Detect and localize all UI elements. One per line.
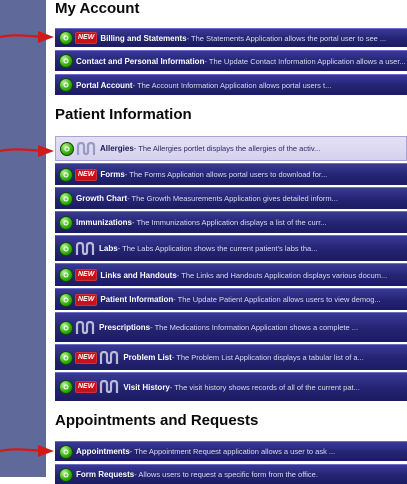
new-badge: NEW (75, 32, 98, 44)
row-description: - The Allergies portlet displays the all… (133, 144, 321, 153)
red-arrow-icon (0, 145, 54, 157)
go-icon (59, 320, 73, 335)
row-title[interactable]: Form Requests (76, 470, 134, 479)
row-title[interactable]: Billing and Statements (100, 34, 186, 43)
row-description: - The Links and Handouts Application dis… (176, 270, 388, 280)
row-description: - The Account Information Application al… (132, 80, 332, 90)
row-description: - The Problem List Application displays … (171, 353, 364, 362)
row-description: - Allows users to request a specific for… (134, 470, 318, 479)
new-badge: NEW (75, 168, 98, 181)
go-icon (59, 380, 73, 394)
row-title[interactable]: Immunizations (76, 218, 132, 227)
nw-logo-icon (76, 141, 96, 155)
go-icon (59, 292, 73, 307)
row-description: - The Immunizations Application displays… (132, 218, 327, 227)
go-icon (59, 54, 73, 68)
row-description: - The Labs Application shows the current… (117, 244, 318, 253)
go-icon (59, 350, 73, 365)
portlet-row-portal-account[interactable]: Portal Account - The Account Information… (55, 74, 407, 95)
row-title[interactable]: Patient Information (100, 295, 173, 304)
row-description: - The visit history shows records of all… (169, 382, 360, 392)
row-title[interactable]: Prescriptions (99, 323, 150, 332)
section-title-appointments-requests: Appointments and Requests (55, 412, 259, 429)
row-title[interactable]: Forms (100, 170, 124, 179)
nw-logo-icon (100, 380, 119, 394)
new-badge: NEW (75, 293, 98, 306)
row-description: - The Update Patient Application allows … (173, 295, 381, 304)
portlet-row-labs[interactable]: Labs - The Labs Application shows the cu… (55, 235, 407, 261)
portlet-row-problem-list[interactable]: NEW Problem List - The Problem List Appl… (55, 344, 407, 370)
go-icon (59, 215, 73, 230)
red-arrow-icon (0, 445, 54, 457)
nw-logo-icon (75, 320, 95, 334)
row-title[interactable]: Problem List (123, 353, 171, 362)
portlet-row-visit-history[interactable]: NEW Visit History - The visit history sh… (55, 372, 407, 401)
section-title-patient-information: Patient Information (55, 106, 192, 123)
row-title[interactable]: Portal Account (76, 81, 133, 90)
go-icon (60, 141, 74, 156)
go-icon (59, 78, 73, 92)
portlet-row-patient-information[interactable]: NEW Patient Information - The Update Pat… (55, 288, 407, 310)
portlet-row-form-requests[interactable]: Form Requests - Allows users to request … (55, 464, 407, 484)
portlet-row-immunizations[interactable]: Immunizations - The Immunizations Applic… (55, 211, 407, 233)
row-description: - The Medications Information Applicatio… (150, 323, 359, 332)
row-description: - The Update Contact Information Applica… (204, 56, 406, 66)
go-icon (59, 444, 73, 459)
new-badge: NEW (75, 269, 98, 281)
section-title-my-account: My Account (55, 0, 140, 17)
row-title[interactable]: Appointments (76, 447, 130, 456)
row-title[interactable]: Allergies (100, 144, 134, 153)
nw-logo-icon (100, 350, 119, 364)
row-description: - The Statements Application allows the … (186, 33, 387, 43)
row-title[interactable]: Visit History (123, 383, 170, 392)
go-icon (59, 241, 73, 256)
portal-panel: My Account NEW Billing and Statements - … (48, 0, 407, 484)
go-icon (59, 31, 73, 45)
red-arrow-icon (0, 31, 54, 43)
portlet-row-forms[interactable]: NEW Forms - The Forms Application allows… (55, 163, 407, 185)
portlet-row-links-handouts[interactable]: NEW Links and Handouts - The Links and H… (55, 263, 407, 286)
go-icon (59, 191, 73, 206)
row-description: - The Growth Measurements Application gi… (127, 194, 338, 203)
row-description: - The Forms Application allows portal us… (124, 170, 328, 179)
new-badge: NEW (75, 381, 98, 393)
row-title[interactable]: Links and Handouts (100, 271, 176, 280)
left-sidebar (0, 0, 46, 477)
row-title[interactable]: Growth Chart (76, 194, 127, 203)
row-title[interactable]: Labs (99, 244, 118, 253)
go-icon (59, 268, 73, 282)
go-icon (59, 467, 73, 482)
nw-logo-icon (75, 241, 95, 255)
portlet-row-growth-chart[interactable]: Growth Chart - The Growth Measurements A… (55, 187, 407, 209)
portlet-row-prescriptions[interactable]: Prescriptions - The Medications Informat… (55, 312, 407, 342)
portlet-row-appointments[interactable]: Appointments - The Appointment Request a… (55, 441, 407, 461)
new-badge: NEW (75, 351, 98, 364)
row-title[interactable]: Contact and Personal Information (76, 57, 204, 66)
portlet-row-allergies[interactable]: Allergies - The Allergies portlet displa… (55, 136, 407, 161)
portlet-row-billing[interactable]: NEW Billing and Statements - The Stateme… (55, 28, 407, 47)
portlet-row-contact[interactable]: Contact and Personal Information - The U… (55, 50, 407, 71)
row-description: - The Appointment Request application al… (129, 447, 336, 456)
go-icon (59, 167, 73, 182)
